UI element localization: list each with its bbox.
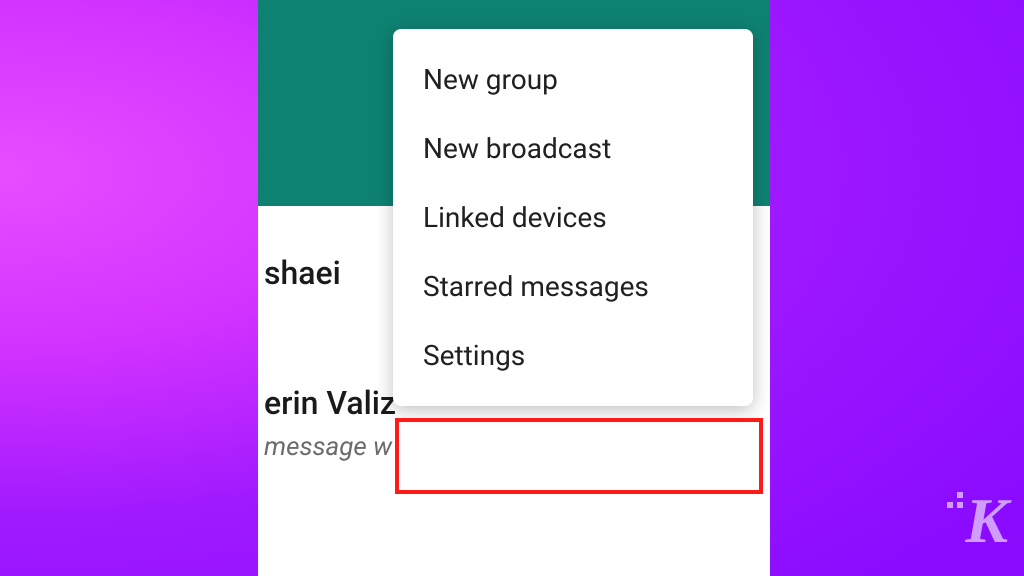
watermark-dots-icon [947,492,963,508]
overflow-menu: New group New broadcast Linked devices S… [393,29,753,406]
tab-bar[interactable]: ST [258,524,770,576]
menu-item-settings[interactable]: Settings [393,321,753,390]
menu-item-new-group[interactable]: New group [393,45,753,114]
menu-item-new-broadcast[interactable]: New broadcast [393,114,753,183]
tab-status-partial[interactable]: ST [258,534,366,567]
watermark-letter: K [965,485,1006,556]
menu-item-label: Starred messages [423,270,649,303]
menu-item-label: Settings [423,339,525,372]
watermark-logo: K [965,484,1006,558]
menu-item-label: Linked devices [423,201,607,234]
menu-item-linked-devices[interactable]: Linked devices [393,183,753,252]
menu-item-starred-messages[interactable]: Starred messages [393,252,753,321]
chat-preview: message w [264,432,764,462]
menu-item-label: New group [423,63,558,96]
menu-item-label: New broadcast [423,132,611,165]
